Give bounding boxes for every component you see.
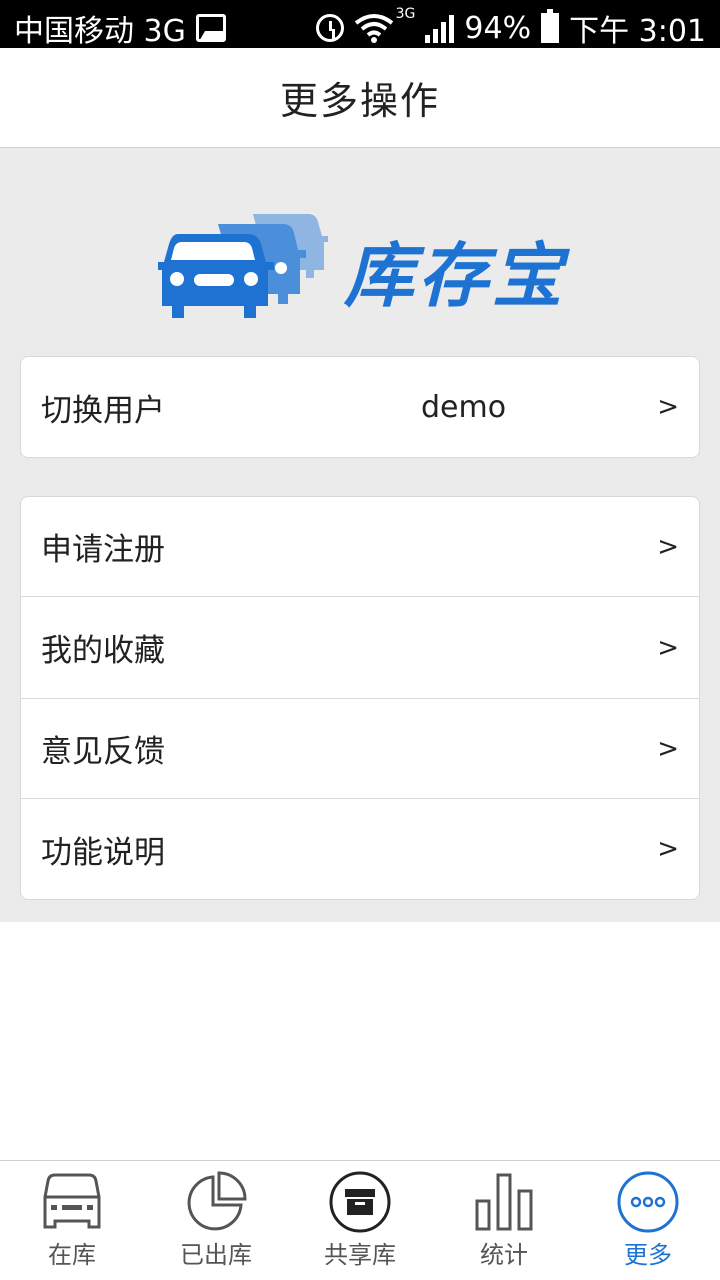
tab-statistics[interactable]: 统计: [432, 1161, 576, 1280]
tab-label: 更多: [624, 1241, 672, 1269]
tab-in-stock[interactable]: 在库: [0, 1161, 144, 1280]
bar-chart-icon: [475, 1173, 533, 1231]
network-type: 3G: [395, 6, 416, 22]
wifi-icon: [354, 14, 393, 43]
battery-icon: [541, 9, 560, 43]
alarm-icon: [315, 14, 344, 42]
menu-item-feedback[interactable]: 意见反馈 >: [21, 699, 699, 799]
chevron-right-icon: >: [657, 392, 679, 422]
switch-user-label: 切换用户: [41, 392, 165, 429]
battery-percent: 94%: [464, 10, 532, 46]
tab-shared[interactable]: 共享库: [288, 1161, 432, 1280]
menu-item-label: 我的收藏: [41, 633, 165, 669]
switch-user-row[interactable]: 切换用户 demo >: [21, 357, 699, 457]
status-bar: 中国移动 3G 3G 94% 下午 3:01: [0, 0, 720, 49]
chevron-right-icon: >: [657, 632, 679, 663]
chevron-right-icon: >: [657, 834, 679, 864]
clock: 下午 3:01: [569, 14, 706, 49]
app-logo: 库存宝: [158, 206, 578, 321]
menu-item-favorites[interactable]: 我的收藏 >: [21, 597, 699, 699]
menu-card: 申请注册 > 我的收藏 > 意见反馈 > 功能说明 >: [20, 496, 700, 900]
pie-chart-icon: [187, 1171, 247, 1231]
carrier-label: 中国移动 3G: [14, 14, 186, 49]
cars-logo-icon: [158, 214, 328, 318]
menu-item-label: 功能说明: [41, 834, 165, 871]
logo-text: 库存宝: [344, 235, 566, 317]
tab-label: 统计: [480, 1241, 528, 1269]
chevron-right-icon: >: [657, 733, 679, 764]
page-title: 更多操作: [279, 79, 440, 123]
car-icon: [43, 1173, 101, 1229]
chevron-right-icon: >: [657, 531, 679, 562]
tab-shipped[interactable]: 已出库: [144, 1161, 288, 1280]
box-icon: [329, 1171, 391, 1233]
title-bar: 更多操作: [0, 48, 720, 148]
current-user-value: demo: [421, 389, 507, 425]
more-icon: [617, 1171, 679, 1233]
tab-more[interactable]: 更多: [576, 1161, 720, 1280]
menu-item-label: 申请注册: [41, 532, 165, 568]
tab-label: 在库: [48, 1241, 96, 1269]
bottom-nav: 在库 已出库 共享库 统计 更多: [0, 1160, 720, 1280]
image-notification-icon: [195, 14, 226, 42]
menu-item-register[interactable]: 申请注册 >: [21, 497, 699, 597]
tab-label: 已出库: [180, 1241, 252, 1269]
menu-item-label: 意见反馈: [41, 734, 165, 770]
account-card: 切换用户 demo >: [20, 356, 700, 458]
tab-label: 共享库: [324, 1241, 396, 1269]
signal-icon: [425, 13, 455, 43]
menu-item-help[interactable]: 功能说明 >: [21, 799, 699, 899]
content-area: 库存宝 切换用户 demo > 申请注册 > 我的收藏 > 意见反馈 > 功能说…: [0, 148, 720, 922]
